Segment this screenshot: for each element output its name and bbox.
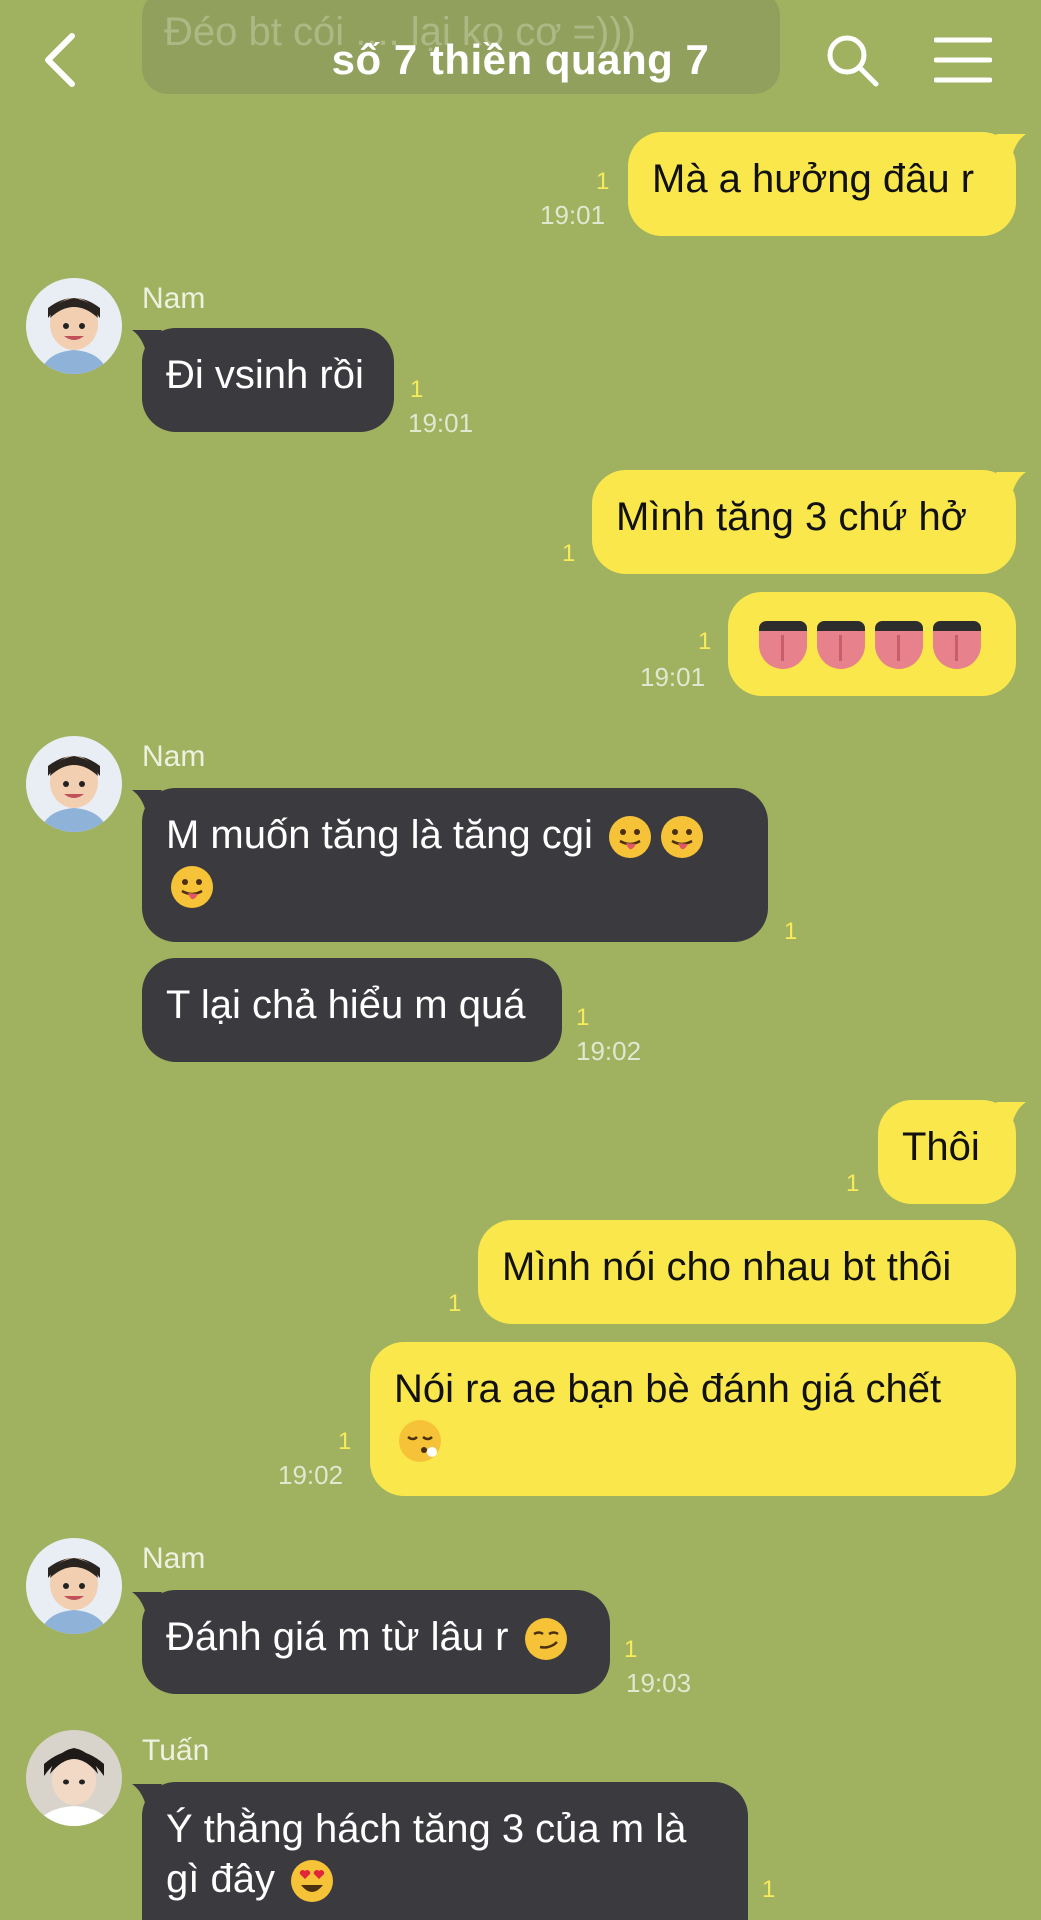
bubble-tail	[996, 134, 1026, 164]
message-bubble-theirs[interactable]: Đi vsinh rồi	[142, 328, 394, 432]
read-count: 1	[576, 1004, 590, 1031]
tongue-out-emoji	[170, 865, 214, 909]
message-text: Mình nói cho nhau bt thôi	[502, 1245, 952, 1289]
bubble-tail	[996, 472, 1026, 502]
read-count: 1	[596, 168, 610, 195]
read-count: 1	[562, 540, 576, 567]
message-time: 19:01	[540, 200, 606, 230]
chat-title: số 7 thiền quang 7	[331, 36, 710, 83]
message-text: Mà a hưởng đâu r	[652, 157, 975, 201]
message-text: Mình tăng 3 chứ hở	[616, 495, 967, 539]
message-text: M muốn tăng là tăng cgi	[166, 813, 593, 857]
message-time: 19:02	[278, 1460, 344, 1490]
read-count: 1	[410, 376, 424, 403]
bubble-tail	[996, 1102, 1026, 1132]
message-text: Đánh giá m từ lâu r	[166, 1615, 509, 1659]
smirk-emoji	[524, 1617, 568, 1661]
menu-icon[interactable]	[934, 36, 992, 84]
sender-name: Nam	[142, 740, 206, 773]
avatar-nam[interactable]	[26, 736, 122, 832]
exhale-emoji	[398, 1419, 442, 1463]
message-bubble-theirs[interactable]: T lại chả hiểu m quá	[142, 958, 562, 1062]
avatar-nam[interactable]	[26, 1538, 122, 1634]
avatar-tuan[interactable]	[26, 1730, 122, 1826]
tongue-emoji	[817, 621, 865, 670]
message-bubble-mine[interactable]: Mình nói cho nhau bt thôi	[478, 1220, 1016, 1324]
chat-screen: Đéo bt cói .... lại ko cơ =))) số 7 thiề…	[0, 0, 1041, 1920]
message-bubble-mine[interactable]	[728, 592, 1016, 696]
heart-eyes-emoji	[290, 1859, 334, 1903]
tongue-emoji	[875, 621, 923, 670]
message-time: 19:01	[640, 662, 706, 692]
message-time: 19:03	[626, 1668, 692, 1698]
read-count: 1	[698, 628, 712, 655]
tongue-emoji	[933, 621, 981, 670]
message-bubble-mine[interactable]: Nói ra ae bạn bè đánh giá chết	[370, 1342, 1016, 1496]
message-bubble-theirs[interactable]: Đánh giá m từ lâu r	[142, 1590, 610, 1694]
tongue-out-emoji	[608, 815, 652, 859]
message-text: Đi vsinh rồi	[166, 353, 364, 397]
sender-name: Nam	[142, 1542, 206, 1575]
message-text: gì đây	[166, 1857, 275, 1901]
message-text: Nói ra ae bạn bè đánh giá chết	[394, 1367, 942, 1411]
message-text: T lại chả hiểu m quá	[166, 983, 526, 1027]
read-count: 1	[448, 1290, 462, 1317]
message-bubble-mine[interactable]: Mình tăng 3 chứ hở	[592, 470, 1016, 574]
read-count: 1	[624, 1636, 638, 1663]
read-count: 1	[762, 1876, 776, 1903]
message-text: Ý thằng hách tăng 3 của m là	[166, 1807, 687, 1851]
sender-name: Nam	[142, 282, 206, 315]
message-text: Thôi	[902, 1125, 980, 1169]
read-count: 1	[338, 1428, 352, 1455]
message-bubble-theirs[interactable]: Ý thằng hách tăng 3 của m là gì đây	[142, 1782, 748, 1920]
search-icon[interactable]	[824, 32, 880, 88]
message-time: 19:02	[576, 1036, 642, 1066]
tongue-out-emoji	[660, 815, 704, 859]
avatar-nam[interactable]	[26, 278, 122, 374]
message-time: 19:01	[408, 408, 474, 438]
message-bubble-mine[interactable]: Mà a hưởng đâu r	[628, 132, 1016, 236]
sender-name: Tuấn	[142, 1734, 210, 1767]
message-bubble-theirs[interactable]: M muốn tăng là tăng cgi	[142, 788, 768, 942]
read-count: 1	[846, 1170, 860, 1197]
read-count: 1	[784, 918, 798, 945]
tongue-emoji	[759, 621, 807, 670]
